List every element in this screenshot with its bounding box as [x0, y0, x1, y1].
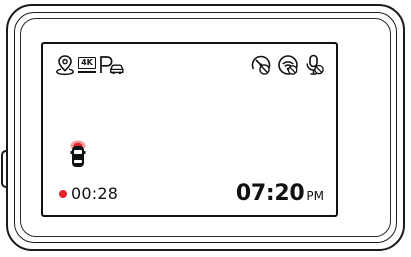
clock-time: 07:20: [235, 181, 305, 206]
speed-camera-off-icon: [250, 54, 272, 76]
status-icons-right: [250, 54, 324, 76]
wifi-off-icon: [277, 54, 299, 76]
clock: 07:20 PM: [236, 181, 324, 206]
4k-base-line: [78, 71, 96, 73]
recording-dot: [59, 189, 67, 198]
gps-location-icon: [55, 54, 75, 76]
parking-mode-icon: [99, 55, 125, 75]
4k-resolution-icon: 4K: [78, 57, 96, 73]
clock-ampm: PM: [306, 189, 324, 203]
recording-indicator: 00:28: [59, 184, 118, 203]
car-collision-alert-icon: [69, 140, 87, 174]
status-icons-left: 4K: [55, 54, 125, 76]
dashcam-device: 4K 00:28 07:20 PM: [0, 0, 411, 257]
4k-label: 4K: [78, 57, 96, 69]
dashcam-screen: 4K 00:28 07:20 PM: [41, 42, 338, 217]
recording-elapsed-time: 00:28: [71, 184, 119, 203]
microphone-off-icon: [304, 54, 324, 76]
